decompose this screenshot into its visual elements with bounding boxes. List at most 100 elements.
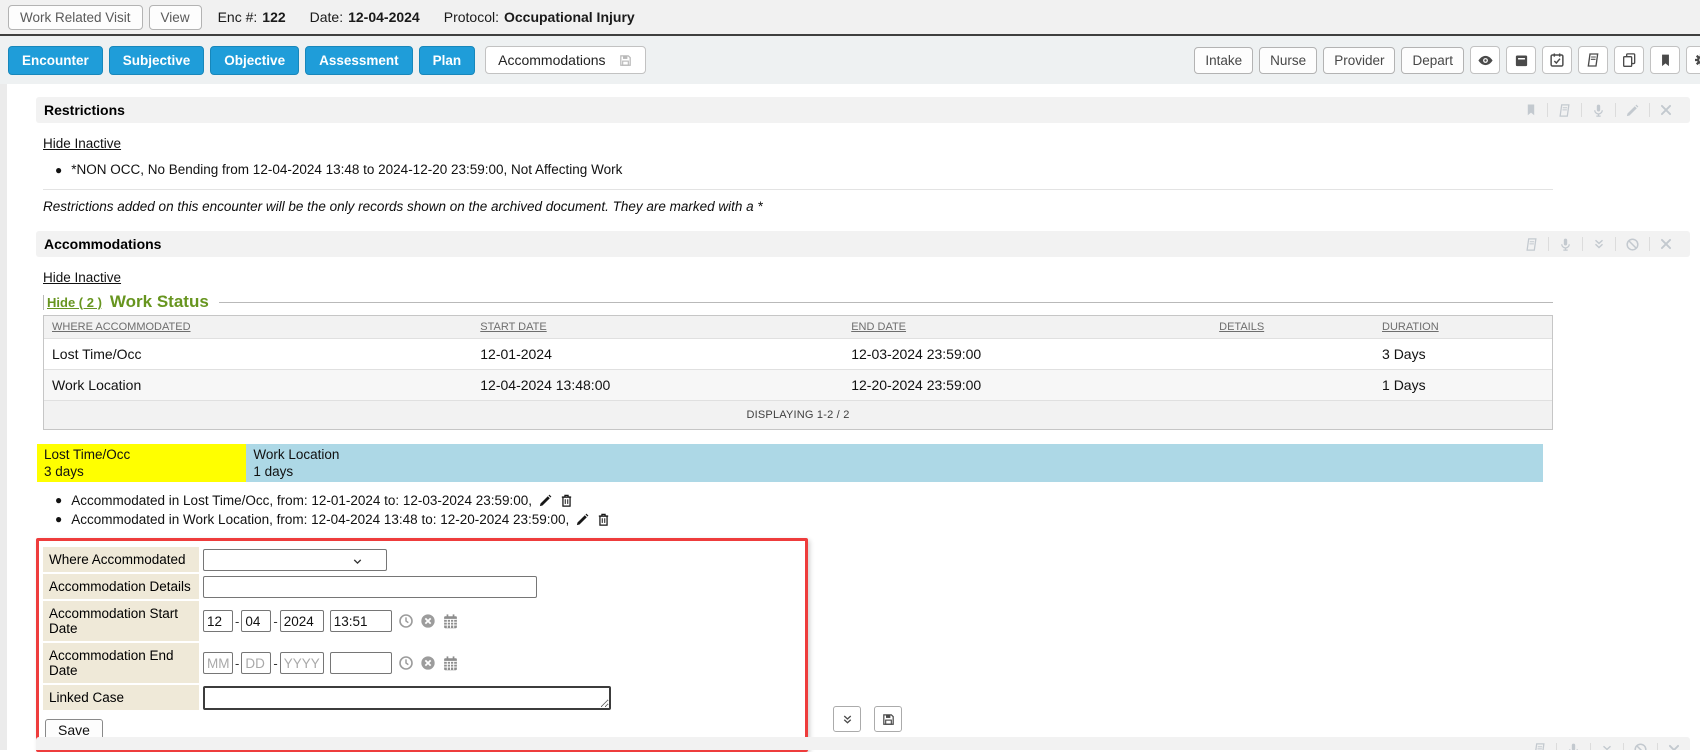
calendar-check-icon	[1549, 52, 1565, 68]
restrictions-hide-inactive-link[interactable]: Hide Inactive	[43, 136, 121, 151]
timeline-segment-label: Work Location	[253, 446, 1536, 463]
work-status-legend: Hide ( 2 ) Work Status	[43, 292, 1553, 312]
linked-case-input[interactable]	[203, 686, 611, 710]
archive-button[interactable]	[1506, 46, 1536, 74]
table-header-row: WHERE ACCOMMODATED START DATE END DATE D…	[44, 316, 1552, 338]
tab-encounter[interactable]: Encounter	[8, 46, 103, 75]
delete-accommodation-icon[interactable]	[596, 512, 611, 527]
collapse-icon[interactable]	[1600, 743, 1614, 751]
microphone-icon[interactable]	[1566, 742, 1581, 750]
bookmark-icon[interactable]	[1524, 103, 1538, 117]
tab-subjective[interactable]: Subjective	[109, 46, 205, 75]
end-day-input[interactable]	[241, 652, 271, 674]
icon-divider	[1649, 103, 1650, 117]
stage-depart-button[interactable]: Depart	[1401, 47, 1464, 74]
table-row[interactable]: Lost Time/Occ 12-01-2024 12-03-2024 23:5…	[44, 338, 1552, 369]
bookmark-button[interactable]	[1650, 46, 1680, 74]
where-accommodated-label: Where Accommodated	[43, 547, 199, 572]
clear-date-icon[interactable]	[420, 613, 436, 629]
column-header-where-accommodated[interactable]: WHERE ACCOMMODATED	[44, 316, 472, 338]
calendar-picker-icon[interactable]	[442, 613, 459, 630]
disable-icon[interactable]	[1625, 237, 1640, 252]
restrictions-header-actions	[1515, 103, 1682, 118]
next-section-header-clipped	[36, 737, 1690, 750]
calendar-picker-icon[interactable]	[442, 655, 459, 672]
stage-nurse-button[interactable]: Nurse	[1259, 47, 1317, 74]
microphone-icon[interactable]	[1591, 103, 1606, 118]
book-icon[interactable]	[1532, 742, 1547, 750]
where-accommodated-select[interactable]	[203, 549, 387, 571]
work-related-visit-button[interactable]: Work Related Visit	[8, 5, 143, 30]
cell-details	[1211, 338, 1374, 369]
microphone-icon[interactable]	[1558, 237, 1573, 252]
book-icon[interactable]	[1557, 103, 1572, 118]
end-time-input[interactable]	[330, 652, 392, 674]
cell-duration: 3 Days	[1374, 338, 1552, 369]
accommodation-details-input[interactable]	[203, 576, 537, 598]
fieldset-border-tick	[43, 295, 44, 310]
start-year-input[interactable]	[280, 610, 324, 632]
edit-accommodation-icon[interactable]	[575, 512, 590, 527]
stage-toolbar: Intake Nurse Provider Depart	[1194, 46, 1700, 74]
book-icon[interactable]	[1524, 237, 1539, 252]
end-month-input[interactable]	[203, 652, 233, 674]
stage-intake-button[interactable]: Intake	[1194, 47, 1253, 74]
work-status-hide-link[interactable]: Hide ( 2 )	[47, 295, 102, 310]
tab-assessment[interactable]: Assessment	[305, 46, 413, 75]
close-icon[interactable]	[1659, 103, 1673, 117]
tab-objective[interactable]: Objective	[210, 46, 299, 75]
cell-start: 12-01-2024	[472, 338, 843, 369]
view-button[interactable]: View	[149, 5, 202, 30]
close-icon[interactable]	[1667, 743, 1681, 751]
clear-date-icon[interactable]	[420, 655, 436, 671]
accommodation-entry-text: Accommodated in Work Location, from: 12-…	[71, 512, 569, 527]
book-icon	[1585, 52, 1601, 68]
accommodation-timeline: Lost Time/Occ 3 days Work Location 1 day…	[37, 444, 1543, 482]
start-time-input[interactable]	[330, 610, 392, 632]
edit-accommodation-icon[interactable]	[538, 493, 553, 508]
icon-divider	[1548, 237, 1549, 251]
eye-button[interactable]	[1470, 46, 1500, 74]
calendar-button[interactable]	[1542, 46, 1572, 74]
main-content: Restrictions Hide Inactive ● *NON OCC, N…	[36, 84, 1690, 752]
encounter-protocol: Protocol:Occupational Injury	[444, 9, 635, 25]
collapse-section-button[interactable]	[833, 706, 861, 732]
cell-where: Lost Time/Occ	[44, 338, 472, 369]
column-header-start-date[interactable]: START DATE	[472, 316, 843, 338]
accommodations-section-header: Accommodations	[36, 231, 1690, 257]
section-divider	[43, 189, 1553, 190]
cell-duration: 1 Days	[1374, 369, 1552, 400]
end-year-input[interactable]	[280, 652, 324, 674]
tab-plan[interactable]: Plan	[419, 46, 476, 75]
cell-start: 12-04-2024 13:48:00	[472, 369, 843, 400]
bullet-dot: ●	[55, 493, 62, 507]
delete-accommodation-icon[interactable]	[559, 493, 574, 508]
linked-case-label: Linked Case	[43, 685, 199, 710]
collapse-icon[interactable]	[1592, 237, 1606, 251]
save-section-button[interactable]	[874, 706, 902, 732]
timeline-segment-label: Lost Time/Occ	[44, 446, 239, 463]
disable-icon[interactable]	[1633, 742, 1648, 750]
stage-provider-button[interactable]: Provider	[1323, 47, 1395, 74]
icon-divider	[1582, 237, 1583, 251]
settings-button[interactable]	[1686, 46, 1700, 74]
copy-button[interactable]	[1614, 46, 1644, 74]
column-header-duration[interactable]: DURATION	[1374, 316, 1552, 338]
encounter-number: Enc #:122	[218, 9, 286, 25]
timeline-segment-duration: 3 days	[44, 463, 239, 480]
clock-icon[interactable]	[398, 655, 414, 671]
close-icon[interactable]	[1659, 237, 1673, 251]
table-row[interactable]: Work Location 12-04-2024 13:48:00 12-20-…	[44, 369, 1552, 400]
accommodation-start-date-label: Accommodation Start Date	[43, 601, 199, 641]
column-header-details[interactable]: DETAILS	[1211, 316, 1374, 338]
pencil-icon[interactable]	[1625, 103, 1640, 118]
start-month-input[interactable]	[203, 610, 233, 632]
column-header-end-date[interactable]: END DATE	[843, 316, 1211, 338]
document-tab-accommodations[interactable]: Accommodations	[485, 46, 645, 74]
chevron-down-icon	[351, 555, 364, 568]
clock-icon[interactable]	[398, 613, 414, 629]
book-button[interactable]	[1578, 46, 1608, 74]
accommodations-hide-inactive-link[interactable]: Hide Inactive	[43, 270, 121, 285]
start-day-input[interactable]	[241, 610, 271, 632]
icon-divider	[1615, 103, 1616, 117]
